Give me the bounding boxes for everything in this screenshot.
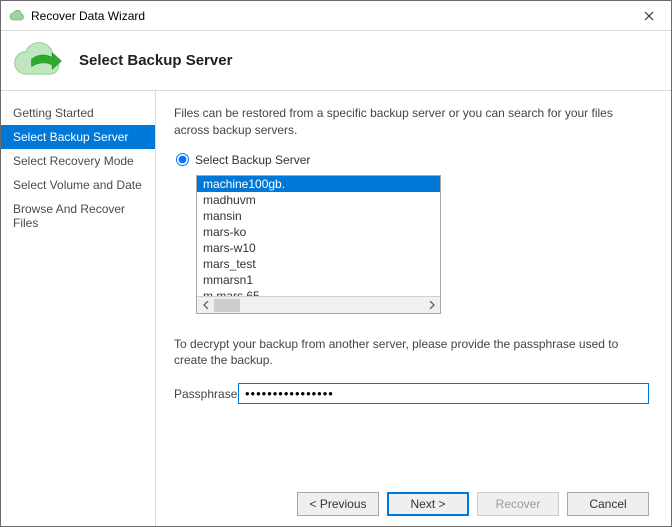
select-backup-server-radio-row: Select Backup Server: [174, 153, 649, 167]
server-listbox[interactable]: machine100gb.madhuvmmansinmars-komars-w1…: [197, 176, 440, 296]
intro-text: Files can be restored from a specific ba…: [174, 105, 649, 139]
previous-button[interactable]: < Previous: [297, 492, 379, 516]
sidebar-step-getting-started[interactable]: Getting Started: [1, 101, 155, 125]
server-option[interactable]: mars-w10: [197, 240, 440, 256]
passphrase-label: Passphrase:: [174, 387, 238, 401]
wizard-steps-sidebar: Getting Started Select Backup Server Sel…: [1, 91, 156, 526]
scroll-thumb[interactable]: [214, 299, 240, 312]
scroll-track[interactable]: [214, 297, 423, 313]
server-option[interactable]: mansin: [197, 208, 440, 224]
close-button[interactable]: [626, 1, 671, 30]
window-title: Recover Data Wizard: [31, 9, 626, 23]
server-option[interactable]: m mars 65: [197, 288, 440, 296]
select-backup-server-radio[interactable]: [176, 153, 189, 166]
server-listbox-container: machine100gb.madhuvmmansinmars-komars-w1…: [196, 175, 441, 314]
passphrase-input[interactable]: [238, 383, 649, 404]
server-option[interactable]: mars-ko: [197, 224, 440, 240]
wizard-header: Select Backup Server: [1, 31, 671, 91]
scroll-right-arrow-icon[interactable]: [423, 296, 440, 313]
scroll-left-arrow-icon[interactable]: [197, 296, 214, 313]
cloud-arrow-icon: [9, 39, 69, 83]
sidebar-step-select-volume-date[interactable]: Select Volume and Date: [1, 173, 155, 197]
title-bar: Recover Data Wizard: [1, 1, 671, 31]
server-option[interactable]: mmarsn1: [197, 272, 440, 288]
decrypt-note: To decrypt your backup from another serv…: [174, 336, 649, 370]
sidebar-step-select-backup-server[interactable]: Select Backup Server: [1, 125, 155, 149]
server-option[interactable]: madhuvm: [197, 192, 440, 208]
server-option[interactable]: machine100gb.: [197, 176, 440, 192]
page-title: Select Backup Server: [79, 52, 232, 69]
select-backup-server-radio-label: Select Backup Server: [195, 153, 310, 167]
sidebar-step-browse-recover[interactable]: Browse And Recover Files: [1, 197, 155, 235]
main-panel: Files can be restored from a specific ba…: [156, 91, 671, 526]
sidebar-step-select-recovery-mode[interactable]: Select Recovery Mode: [1, 149, 155, 173]
cancel-button[interactable]: Cancel: [567, 492, 649, 516]
app-cloud-icon: [9, 8, 25, 24]
server-option[interactable]: mars_test: [197, 256, 440, 272]
passphrase-row: Passphrase:: [174, 383, 649, 404]
next-button[interactable]: Next >: [387, 492, 469, 516]
horizontal-scrollbar[interactable]: [197, 296, 440, 313]
wizard-footer: < Previous Next > Recover Cancel: [174, 482, 649, 516]
recover-button[interactable]: Recover: [477, 492, 559, 516]
